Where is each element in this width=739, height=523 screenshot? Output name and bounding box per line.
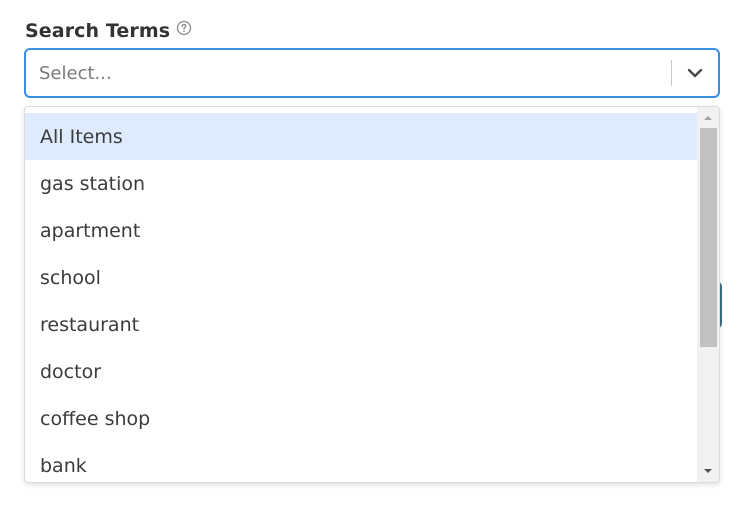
field-label-text: Search Terms (25, 20, 171, 42)
option-apartment[interactable]: apartment (25, 207, 699, 254)
option-restaurant[interactable]: restaurant (25, 301, 699, 348)
option-doctor[interactable]: doctor (25, 348, 699, 395)
scroll-down-arrow-icon[interactable] (697, 462, 719, 480)
option-school[interactable]: school (25, 254, 699, 301)
dropdown-options: All Items gas station apartment school r… (25, 113, 699, 482)
search-terms-label: Search Terms (25, 20, 192, 42)
search-terms-select[interactable]: Select... (24, 48, 720, 98)
scrollbar-thumb[interactable] (700, 128, 717, 347)
dropdown-scrollbar[interactable] (697, 107, 719, 482)
dropdown-menu: All Items gas station apartment school r… (24, 106, 720, 483)
option-coffee-shop[interactable]: coffee shop (25, 395, 699, 442)
page: Search Terms Select... All Items gas sta… (0, 0, 739, 523)
option-bank[interactable]: bank (25, 442, 699, 482)
option-all-items[interactable]: All Items (25, 113, 699, 160)
scroll-up-arrow-icon[interactable] (697, 109, 719, 127)
option-gas-station[interactable]: gas station (25, 160, 699, 207)
question-circle-icon[interactable] (176, 20, 192, 36)
chevron-down-icon[interactable] (672, 50, 718, 96)
select-placeholder[interactable]: Select... (26, 63, 671, 84)
